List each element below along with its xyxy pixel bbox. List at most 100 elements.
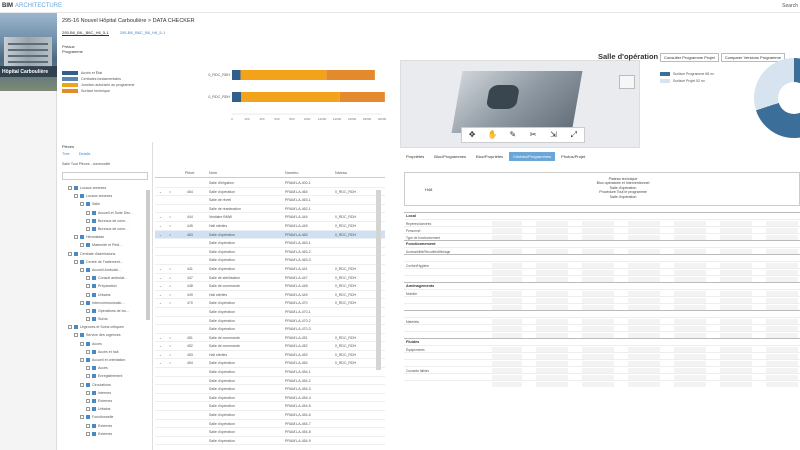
expand-toggle-icon[interactable] [86,407,90,412]
row-expand-icon[interactable]: ⌄ [159,215,162,219]
row-expand-icon[interactable]: ⌄ [159,361,162,365]
fullscreen-tool-icon[interactable]: ⤢ [569,130,579,140]
table-row[interactable]: Salle d'opération PRAM1-A-454-8 [155,428,385,437]
tree-item[interactable]: Hémostase [58,233,153,241]
tree-item[interactable]: Consult ambulat… [58,274,153,282]
expand-toggle-icon[interactable] [86,276,90,281]
bar-segment[interactable] [339,92,385,102]
pan-tool-icon[interactable]: ✋ [487,130,498,140]
table-row[interactable]: ⌄ ○ 452 Salle de commande PRAM1-A-452 0_RDC_R… [155,342,385,351]
row-expand-icon[interactable]: ⌄ [159,344,162,348]
expand-toggle-icon[interactable] [86,317,90,322]
table-row[interactable]: ⌄ ○ 449 Hall stériles PRAM1-A-449 0_RDC_RDH [155,291,385,300]
table-row[interactable]: Salle d'opération PRAM1-A-454-7 [155,420,385,429]
table-row[interactable]: ⌄ ○ 463 Salle d'opération PRAM1-A-463 0_RDC_R… [155,230,385,240]
table-row[interactable]: ⌄ ○ 453 Hall stériles PRAM1-A-453 0_RDC_RDH [155,351,385,360]
tree-search-input[interactable] [62,172,148,180]
expand-toggle-icon[interactable] [86,390,90,395]
table-row[interactable]: ⌄ ○ 464 Salle d'opération PRAM1-A-464 0_RDC_R… [155,188,385,197]
tree-tab[interactable]: Tree [62,152,70,156]
expand-toggle-icon[interactable] [86,366,90,371]
bar-segment[interactable] [232,92,242,102]
expand-toggle-icon[interactable] [86,210,90,215]
row-checkbox[interactable]: ○ [169,267,171,271]
row-checkbox[interactable]: ○ [169,301,171,305]
row-checkbox[interactable]: ○ [169,215,171,219]
expand-toggle-icon[interactable] [74,259,78,264]
table-row[interactable]: ⌄ ○ 448 Salle de commande PRAM1-A-448 0_RDC_R… [155,282,385,291]
detail-tab[interactable]: Photos/Projet [557,152,589,161]
table-row[interactable]: Salle d'opération PRAM1-A-463-2 [155,248,385,257]
tree-item[interactable]: Urbains [58,290,153,298]
table-row[interactable]: Salle d'opération PRAM1-A-454-4 [155,394,385,403]
detail-tab[interactable]: Bloc/Programmes [430,152,470,161]
expand-toggle-icon[interactable] [68,251,72,256]
expand-toggle-icon[interactable] [80,243,84,248]
section-tool-icon[interactable]: ✂ [528,130,538,140]
tree-item[interactable]: Service des urgences [58,331,153,339]
details-tab[interactable]: Details [79,152,91,156]
table-row[interactable]: Salle d'irrigation PRAM1-A-400-1 [155,179,385,188]
tree-item[interactable]: Préparation [58,282,153,290]
table-row[interactable]: ⌄ ○ 447 Salle de stérilisation PRAM1-A-447 0_… [155,274,385,283]
expand-toggle-icon[interactable] [68,325,72,330]
table-row[interactable]: ⌄ ○ 451 Salle de commande PRAM1-A-451 0_RDC_R… [155,334,385,343]
row-expand-icon[interactable]: ⌄ [159,267,162,271]
row-expand-icon[interactable]: ⌄ [159,336,162,340]
table-row[interactable]: Salle d'opération PRAM1-A-454-5 [155,402,385,412]
bar-segment[interactable] [232,70,241,80]
tree-item[interactable]: Accès et hall [58,348,153,356]
tree-item[interactable]: Circulations [58,381,153,389]
row-checkbox[interactable]: ○ [169,293,171,297]
tree-item[interactable]: Salle [58,200,153,208]
table-row[interactable]: Salle d'opération PRAM1-A-454-9 [155,437,385,446]
row-expand-icon[interactable]: ⌄ [159,190,162,194]
expand-toggle-icon[interactable] [74,333,78,338]
explode-tool-icon[interactable]: ⇲ [548,130,558,140]
3d-viewer[interactable]: ✥ ✋ ✎ ✂ ⇲ ⤢ [400,60,640,148]
brand-logo[interactable]: BIM ARCHITECTURE [2,3,62,9]
row-expand-icon[interactable]: ⌄ [159,293,162,297]
col-numero[interactable]: Numéro [285,171,299,175]
expand-toggle-icon[interactable] [86,398,90,403]
expand-toggle-icon[interactable] [74,235,78,240]
row-expand-icon[interactable]: ⌄ [159,284,162,288]
table-row[interactable]: Salle d'opération PRAM1-A-454-3 [155,385,385,394]
tree-item[interactable]: Maternité et Pédi… [58,241,153,249]
col-niveau[interactable]: Niveau [335,171,347,175]
tree-item[interactable]: Externes [58,430,153,438]
tree-scrollbar[interactable] [146,190,150,320]
expand-toggle-icon[interactable] [86,349,90,354]
row-expand-icon[interactable]: ⌄ [159,353,162,357]
table-row[interactable]: Salle d'opération PRAM1-A-470-3 [155,325,385,334]
detail-tab[interactable]: Critères/Programmes [509,152,556,161]
expand-toggle-icon[interactable] [86,423,90,428]
tree-item[interactable]: Locaux annexes [58,192,153,200]
tree-item[interactable]: Centrale d'admissions [58,250,153,258]
tree-item[interactable]: Enregistrement [58,372,153,380]
tree-item[interactable]: Locaux annexes [58,184,153,192]
model-tab-1[interactable]: 295-B6_B6-_B6C_H6_5-1 [62,30,109,36]
expand-toggle-icon[interactable] [86,292,90,297]
table-row[interactable]: Salle d'opération PRAM1-A-454-2 [155,377,385,386]
expand-toggle-icon[interactable] [80,300,84,305]
table-row[interactable]: ⌄ ○ 441 Salle d'opération PRAM1-A-441 0_RDC_R… [155,265,385,274]
row-checkbox[interactable]: ○ [169,336,171,340]
expand-toggle-icon[interactable] [86,227,90,232]
expand-toggle-icon[interactable] [86,284,90,289]
table-row[interactable]: Salle d'opération PRAM1-A-463-3 [155,256,385,265]
bar-segment[interactable] [241,92,340,102]
detail-tab[interactable]: Propriétés [402,152,428,161]
table-row[interactable]: ⌄ ○ 454 Salle d'opération PRAM1-A-454 0_RDC_R… [155,359,385,369]
row-expand-icon[interactable]: ⌄ [159,233,162,237]
table-row[interactable]: ⌄ ○ 444 Vestiaire BMW PRAM1-A-444 0_RDC_RDH [155,213,385,222]
row-expand-icon[interactable]: ⌄ [159,276,162,280]
row-checkbox[interactable]: ○ [169,190,171,194]
search-link[interactable]: Search [782,3,798,9]
expand-toggle-icon[interactable] [86,308,90,313]
tree-item[interactable]: Intercommunicatio… [58,299,153,307]
tree-item[interactable]: Centre de Traitement… [58,258,153,266]
table-row[interactable]: Salle d'opération PRAM1-A-470-1 [155,308,385,317]
table-row[interactable]: Salle de réanimation PRAM1-A-462-1 [155,205,385,214]
tree-item[interactable]: Fonctionnelle [58,413,153,421]
